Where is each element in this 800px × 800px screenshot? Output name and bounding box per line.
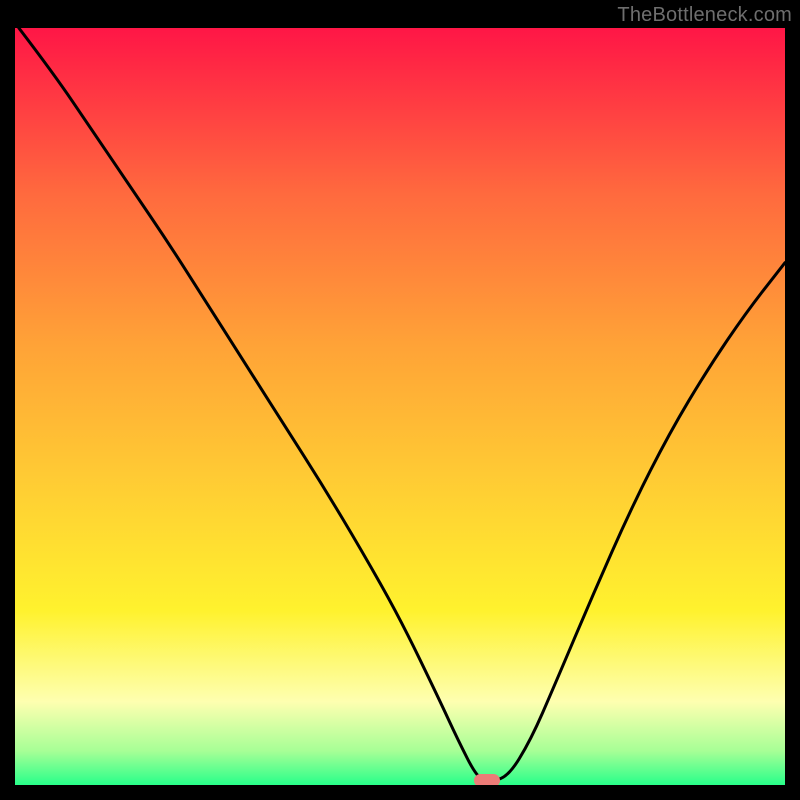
bottleneck-curve <box>15 28 785 785</box>
optimal-point-marker <box>474 774 500 785</box>
watermark-text: TheBottleneck.com <box>617 4 792 27</box>
bottleneck-chart-figure: TheBottleneck.com <box>0 0 800 800</box>
plot-area <box>15 28 785 785</box>
